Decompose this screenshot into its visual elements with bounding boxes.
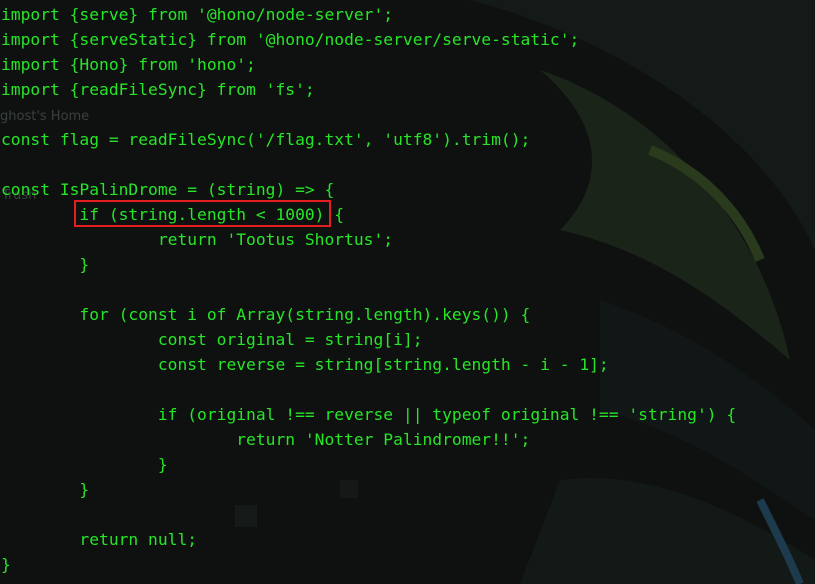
code-line: } <box>1 255 90 274</box>
code-line: import {serve} from '@hono/node-server'; <box>1 5 394 24</box>
code-line: const IsPalinDrome = (string) => { <box>1 180 335 199</box>
code-line: return 'Tootus Shortus'; <box>1 230 394 249</box>
code-line: import {serveStatic} from '@hono/node-se… <box>1 30 580 49</box>
code-line: } <box>1 480 90 499</box>
code-line: import {readFileSync} from 'fs'; <box>1 80 315 99</box>
code-line: for (const i of Array(string.length).key… <box>1 305 531 324</box>
code-editor[interactable]: import {serve} from '@hono/node-server';… <box>1 2 736 577</box>
code-line: const flag = readFileSync('/flag.txt', '… <box>1 130 531 149</box>
code-line: const original = string[i]; <box>1 330 423 349</box>
code-line: } <box>1 555 11 574</box>
code-line: return 'Notter Palindromer!!'; <box>1 430 531 449</box>
code-line: } <box>1 455 168 474</box>
code-line: if (original !== reverse || typeof origi… <box>1 405 737 424</box>
code-line: import {Hono} from 'hono'; <box>1 55 256 74</box>
highlight-box <box>74 200 331 227</box>
code-line: return null; <box>1 530 198 549</box>
code-line: const reverse = string[string.length - i… <box>1 355 609 374</box>
